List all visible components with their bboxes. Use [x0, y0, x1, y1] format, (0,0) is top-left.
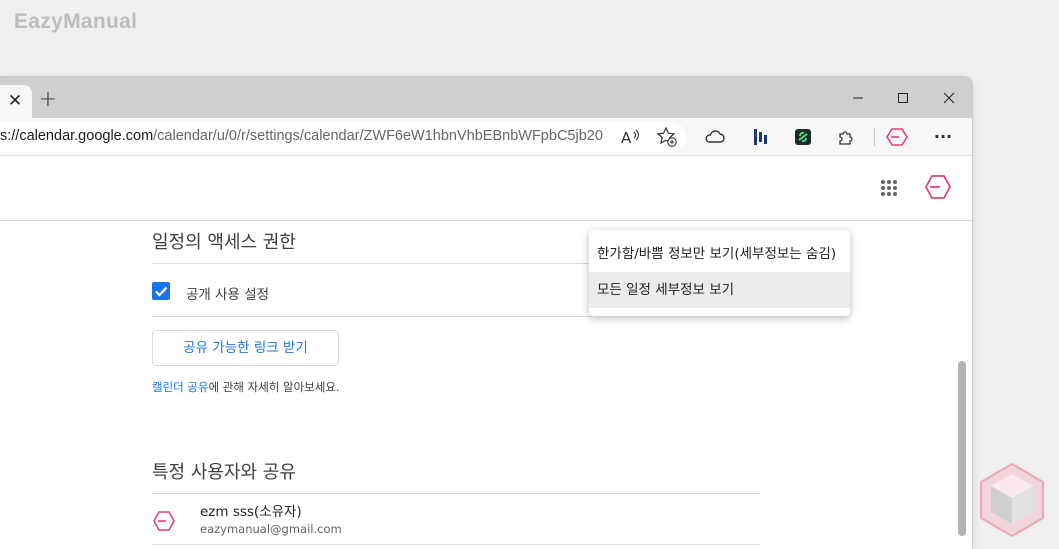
divider — [152, 493, 760, 494]
address-url[interactable]: s://calendar.google.com/calendar/u/0/r/s… — [0, 128, 603, 144]
user-email: eazymanual@gmail.com — [200, 522, 342, 536]
extension-link-icon[interactable] — [792, 126, 814, 148]
watermark-text: EazyManual — [14, 10, 138, 33]
toolbar-separator — [874, 128, 875, 146]
address-bar[interactable]: s://calendar.google.com/calendar/u/0/r/s… — [0, 122, 686, 152]
dropdown-option-all-details[interactable]: 모든 일정 세부정보 보기 — [589, 272, 850, 308]
cloud-icon[interactable] — [704, 126, 726, 148]
help-text-rest: 에 관해 자세히 알아보세요. — [208, 380, 340, 394]
minimize-button[interactable] — [843, 87, 873, 109]
extensions-puzzle-icon[interactable] — [836, 126, 858, 148]
read-aloud-icon[interactable]: A — [620, 126, 642, 148]
calendar-header — [0, 156, 972, 221]
close-icon — [943, 92, 955, 104]
eazymanual-logo-icon — [977, 460, 1047, 540]
browser-toolbar: s://calendar.google.com/calendar/u/0/r/s… — [0, 118, 972, 156]
new-tab-button[interactable]: + — [37, 89, 59, 111]
title-bar: ✕ + — [0, 77, 972, 118]
extension-bar-icon[interactable] — [750, 126, 772, 148]
apps-grid-icon[interactable] — [878, 177, 900, 199]
user-name: ezm sss(소유자) — [200, 504, 302, 520]
share-section-title: 특정 사용자와 공유 — [152, 462, 296, 483]
browser-tab[interactable]: ✕ — [0, 85, 32, 118]
checkmark-icon — [155, 286, 168, 297]
address-host: s://calendar.google.com — [0, 128, 154, 144]
profile-icon[interactable] — [886, 126, 908, 148]
calendar-sharing-link[interactable]: 캘린더 공유 — [152, 380, 209, 394]
page-content: 일정의 액세스 권한 공개 사용 설정 공유 가능한 링크 받기 캘린더 공유에… — [0, 156, 972, 549]
permission-dropdown-menu: 한가함/바쁨 정보만 보기(세부정보는 숨김) 모든 일정 세부정보 보기 — [589, 230, 850, 316]
user-avatar-icon — [152, 509, 176, 533]
scrollbar-thumb[interactable] — [958, 361, 966, 536]
public-checkbox-label[interactable]: 공개 사용 설정 — [186, 283, 269, 303]
more-icon[interactable]: ··· — [932, 126, 954, 148]
get-shareable-link-button[interactable]: 공유 가능한 링크 받기 — [152, 330, 339, 366]
divider — [152, 544, 760, 545]
minimize-icon — [853, 97, 863, 99]
tab-close-icon[interactable]: ✕ — [6, 92, 24, 110]
public-checkbox[interactable] — [152, 282, 170, 300]
maximize-icon — [898, 93, 908, 103]
add-favorite-icon[interactable] — [656, 126, 678, 148]
dropdown-option-free-busy[interactable]: 한가함/바쁨 정보만 보기(세부정보는 숨김) — [589, 236, 850, 272]
divider — [152, 316, 592, 317]
divider — [152, 263, 592, 264]
help-text: 캘린더 공유에 관해 자세히 알아보세요. — [152, 379, 340, 395]
maximize-button[interactable] — [888, 87, 918, 109]
svg-text:A: A — [621, 129, 632, 147]
close-window-button[interactable] — [934, 87, 964, 109]
browser-window: ✕ + s://calendar.google.com/calendar/u/0… — [0, 77, 972, 549]
account-avatar-icon[interactable] — [924, 173, 952, 201]
access-section-title: 일정의 액세스 권한 — [152, 232, 296, 253]
address-path: /calendar/u/0/r/settings/calendar/ZWF6eW… — [153, 128, 603, 144]
